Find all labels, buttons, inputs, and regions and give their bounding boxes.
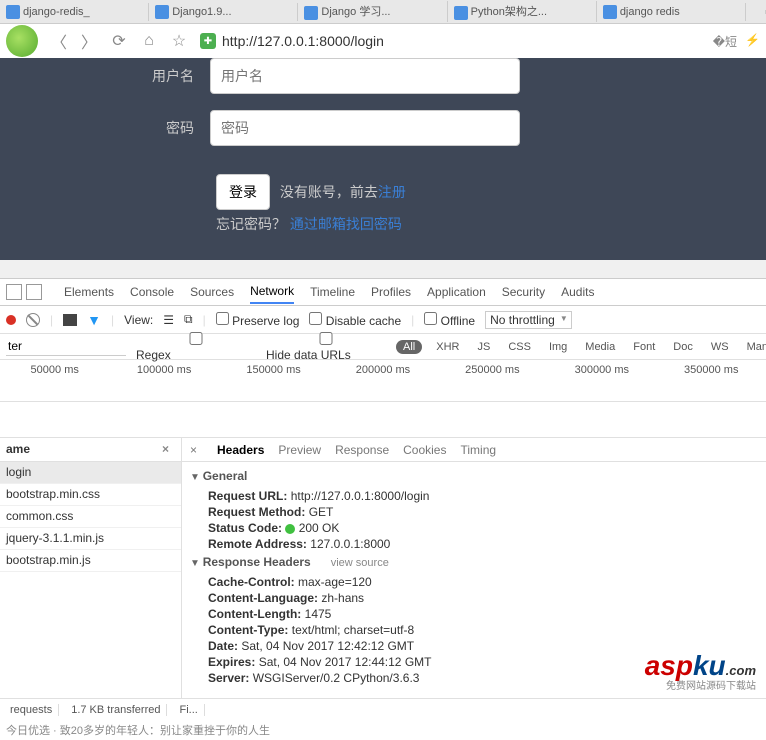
type-img[interactable]: Img [545, 340, 571, 354]
shield-icon: ✚ [200, 33, 216, 49]
general-section[interactable]: General [190, 468, 758, 486]
password-label: 密码 [0, 118, 210, 138]
type-doc[interactable]: Doc [669, 340, 697, 354]
devtools-tabs: Elements Console Sources Network Timelin… [0, 278, 766, 306]
type-js[interactable]: JS [473, 340, 494, 354]
throttling-select[interactable]: No throttling [485, 311, 572, 329]
tab-timing[interactable]: Timing [460, 443, 496, 457]
request-row[interactable]: bootstrap.min.css [0, 484, 181, 506]
forgot-text: 忘记密码？ [216, 216, 286, 232]
watermark-sub: 免费网站源码下载站 [666, 677, 756, 692]
request-row[interactable]: login [0, 462, 181, 484]
tab-preview[interactable]: Preview [278, 443, 321, 457]
browser-tab[interactable]: django redis [597, 3, 746, 21]
filter-icon[interactable]: ▼ [87, 312, 101, 328]
request-row[interactable]: jquery-3.1.1.min.js [0, 528, 181, 550]
favorite-button[interactable]: ☆ [170, 32, 188, 50]
request-list: ame× login bootstrap.min.css common.css … [0, 438, 182, 698]
url-text: http://127.0.0.1:8000/login [222, 33, 384, 49]
close-icon[interactable]: × [190, 443, 197, 457]
dock-icon[interactable] [26, 284, 42, 300]
tab-headers[interactable]: Headers [217, 443, 264, 457]
view-list-icon[interactable]: ☰ [163, 313, 174, 327]
status-bar: requests 1.7 KB transferred Fi... [0, 698, 766, 720]
type-ws[interactable]: WS [707, 340, 733, 354]
status-dot-icon [285, 524, 295, 534]
forward-button[interactable]: 〉 [80, 32, 98, 50]
username-label: 用户名 [0, 66, 210, 86]
tab-response[interactable]: Response [335, 443, 389, 457]
tab-timeline[interactable]: Timeline [310, 285, 355, 299]
tab-application[interactable]: Application [427, 285, 486, 299]
tab-console[interactable]: Console [130, 285, 174, 299]
login-button[interactable]: 登录 [216, 174, 270, 210]
no-account-text: 没有账号，前去 [280, 184, 378, 200]
request-row[interactable]: bootstrap.min.js [0, 550, 181, 572]
view-label: View: [124, 313, 153, 327]
view-source-link[interactable]: view source [331, 557, 389, 569]
preserve-log-checkbox[interactable]: Preserve log [216, 312, 300, 328]
avatar[interactable] [6, 25, 38, 57]
register-link[interactable]: 注册 [378, 184, 406, 200]
close-icon[interactable]: × [162, 442, 169, 457]
name-header[interactable]: ame [6, 442, 30, 457]
bottom-bar: 今日优选 · 致20多岁的年轻人：别让家重挫于你的人生 [0, 720, 766, 740]
offline-checkbox[interactable]: Offline [424, 312, 475, 328]
tab-cookies[interactable]: Cookies [403, 443, 446, 457]
waterfall-timeline[interactable]: 50000 ms 100000 ms 150000 ms 200000 ms 2… [0, 360, 766, 402]
record-button[interactable] [6, 315, 16, 325]
view-frames-icon[interactable]: ⧉ [184, 312, 193, 327]
browser-tab[interactable] [746, 10, 766, 14]
type-all[interactable]: All [396, 340, 422, 354]
network-toolbar: | ▼ | View: ☰ ⧉ | Preserve log Disable c… [0, 306, 766, 334]
detail-tabs: × Headers Preview Response Cookies Timin… [182, 438, 766, 462]
share-icon[interactable]: �短 [713, 33, 737, 50]
type-xhr[interactable]: XHR [432, 340, 463, 354]
retrieve-link[interactable]: 通过邮箱找回密码 [290, 216, 402, 232]
refresh-button[interactable]: ⟳ [110, 32, 128, 50]
screenshot-button[interactable] [63, 314, 77, 326]
browser-tab[interactable]: Django1.9... [149, 3, 298, 21]
browser-tab[interactable]: Django 学习... [298, 1, 447, 21]
home-button[interactable]: ⌂ [140, 32, 158, 50]
clear-button[interactable] [26, 313, 40, 327]
tab-network[interactable]: Network [250, 284, 294, 304]
password-input[interactable] [210, 110, 520, 146]
tab-sources[interactable]: Sources [190, 285, 234, 299]
filter-input[interactable] [6, 337, 126, 356]
back-button[interactable]: 〈 [50, 32, 68, 50]
bolt-icon[interactable]: ⚡ [745, 33, 760, 50]
filter-bar: Regex Hide data URLs All XHR JS CSS Img … [0, 334, 766, 360]
type-css[interactable]: CSS [504, 340, 535, 354]
tab-profiles[interactable]: Profiles [371, 285, 411, 299]
page-content: 用户名 密码 登录 没有账号，前去注册 忘记密码？ 通过邮箱找回密码 [0, 58, 766, 260]
tab-elements[interactable]: Elements [64, 285, 114, 299]
tab-audits[interactable]: Audits [561, 285, 594, 299]
browser-tab[interactable]: Python架构之... [448, 1, 597, 21]
url-bar[interactable]: ✚ http://127.0.0.1:8000/login [200, 33, 701, 49]
disable-cache-checkbox[interactable]: Disable cache [309, 312, 401, 328]
toolbar: 〈 〉 ⟳ ⌂ ☆ ✚ http://127.0.0.1:8000/login … [0, 24, 766, 58]
type-font[interactable]: Font [629, 340, 659, 354]
type-media[interactable]: Media [581, 340, 619, 354]
dock-icon[interactable] [6, 284, 22, 300]
request-row[interactable]: common.css [0, 506, 181, 528]
hide-urls-checkbox[interactable]: Hide data URLs [266, 332, 386, 362]
browser-tab[interactable]: django-redis_ [0, 3, 149, 21]
browser-tabs: django-redis_ Django1.9... Django 学习... … [0, 0, 766, 24]
response-headers-section[interactable]: Response Headersview source [190, 554, 758, 572]
regex-checkbox[interactable]: Regex [136, 332, 256, 362]
type-manifest[interactable]: Manifest [743, 340, 766, 354]
tab-security[interactable]: Security [502, 285, 545, 299]
username-input[interactable] [210, 58, 520, 94]
